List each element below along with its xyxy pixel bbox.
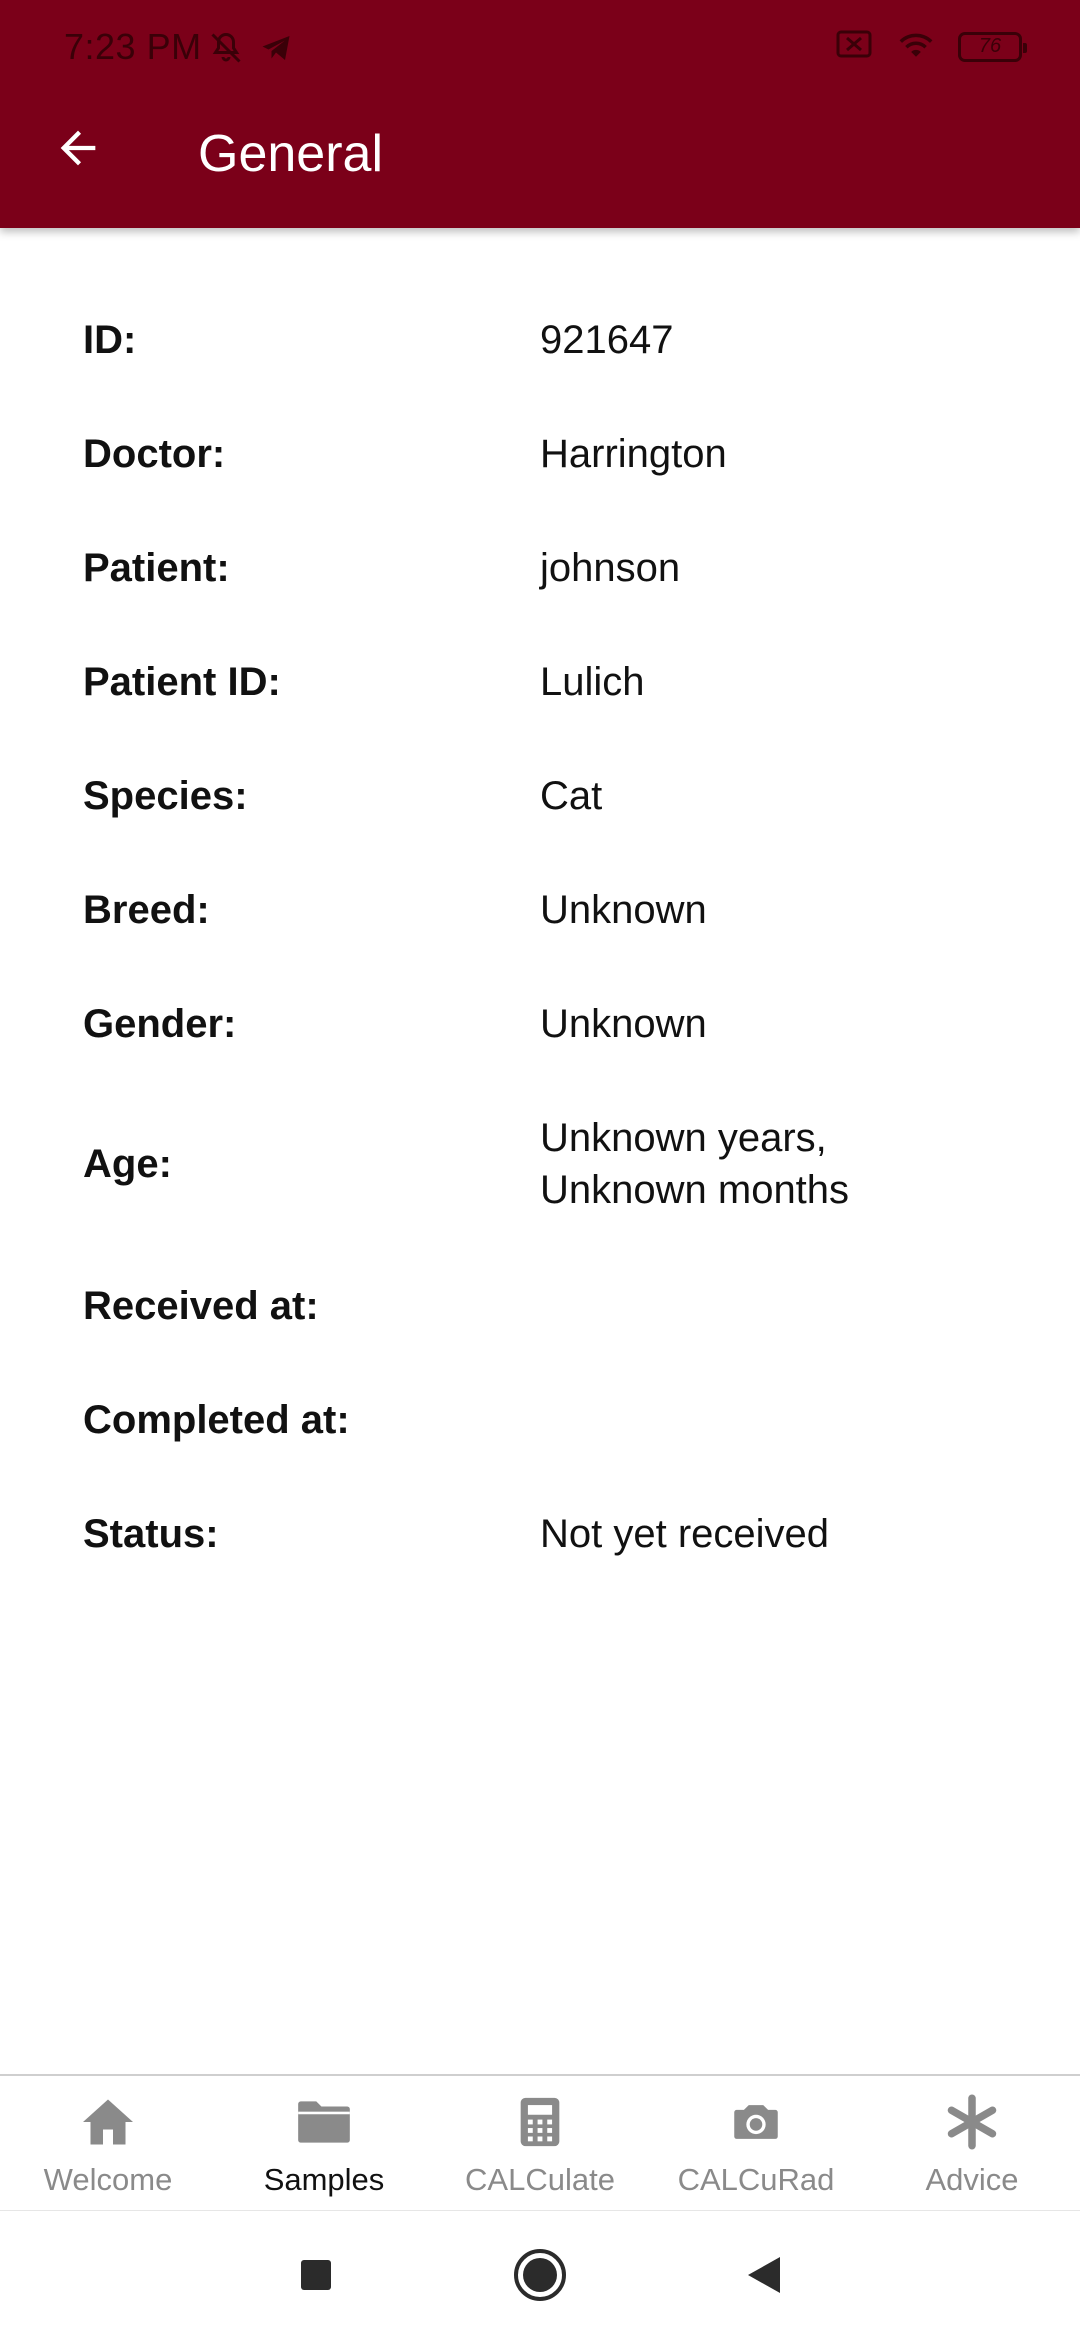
battery-level: 76 xyxy=(978,35,1002,57)
camera-icon xyxy=(724,2090,788,2154)
asterisk-icon xyxy=(940,2090,1004,2154)
home-circle-icon xyxy=(512,2247,568,2308)
detail-value: Unknown xyxy=(540,1002,707,1046)
detail-label: Completed at: xyxy=(83,1398,350,1442)
bottom-navigation: Welcome Samples CALCulate CALCuRad Advic… xyxy=(0,2074,1080,2212)
sim-off-icon xyxy=(836,29,874,64)
nav-item-calcurad[interactable]: CALCuRad xyxy=(648,2076,864,2212)
bell-off-icon xyxy=(208,30,244,71)
nav-label: CALCulate xyxy=(465,2162,615,2197)
detail-value: Unknown years, Unknown months xyxy=(540,1112,1040,1216)
arrow-left-icon xyxy=(52,122,104,179)
detail-label: Patient ID: xyxy=(83,660,281,704)
detail-label: Species: xyxy=(83,774,248,818)
nav-label: Advice xyxy=(925,2162,1019,2197)
status-bar: 7:23 PM 76 xyxy=(0,0,1080,96)
battery-icon: 76 xyxy=(958,31,1027,62)
back-button[interactable] xyxy=(40,112,116,188)
nav-item-advice[interactable]: Advice xyxy=(864,2076,1080,2212)
detail-value: Lulich xyxy=(540,660,645,704)
detail-value: Harrington xyxy=(540,432,727,476)
age-months-value: Unknown months xyxy=(540,1168,850,1212)
back-triangle-icon xyxy=(744,2254,784,2301)
detail-label: Received at: xyxy=(83,1284,319,1328)
detail-label: Status: xyxy=(83,1512,219,1556)
detail-label: Age: xyxy=(83,1142,172,1186)
detail-value: 921647 xyxy=(540,318,674,362)
nav-label: Welcome xyxy=(43,2162,173,2197)
page-title: General xyxy=(198,125,383,183)
status-time: 7:23 PM xyxy=(64,26,202,67)
detail-label: ID: xyxy=(83,318,137,362)
folder-icon xyxy=(292,2090,356,2154)
status-left-icons xyxy=(208,30,294,71)
nav-item-calculate[interactable]: CALCulate xyxy=(432,2076,648,2212)
age-years-value: Unknown years, xyxy=(540,1116,827,1160)
detail-value: Cat xyxy=(540,774,603,818)
detail-label: Doctor: xyxy=(83,432,226,476)
detail-value: johnson xyxy=(540,546,681,590)
back-system-button[interactable] xyxy=(734,2247,794,2307)
recents-square-icon xyxy=(299,2258,333,2297)
nav-item-welcome[interactable]: Welcome xyxy=(0,2076,216,2212)
wifi-icon xyxy=(896,28,936,65)
app-bar: 7:23 PM 76 General xyxy=(0,0,1080,228)
detail-label: Gender: xyxy=(83,1002,237,1046)
home-system-button[interactable] xyxy=(510,2247,570,2307)
calculator-icon xyxy=(508,2090,572,2154)
detail-label: Patient: xyxy=(83,546,230,590)
status-right-icons: 76 xyxy=(836,28,1027,65)
status-value: Not yet received xyxy=(540,1512,830,1556)
nav-item-samples[interactable]: Samples xyxy=(216,2076,432,2212)
nav-label: CALCuRad xyxy=(677,2162,835,2197)
telegram-icon xyxy=(258,30,294,71)
system-navigation-bar xyxy=(0,2210,1080,2341)
recents-button[interactable] xyxy=(286,2247,346,2307)
detail-value: Unknown xyxy=(540,888,707,932)
nav-label: Samples xyxy=(263,2162,385,2197)
home-icon xyxy=(76,2090,140,2154)
detail-label: Breed: xyxy=(83,888,210,932)
